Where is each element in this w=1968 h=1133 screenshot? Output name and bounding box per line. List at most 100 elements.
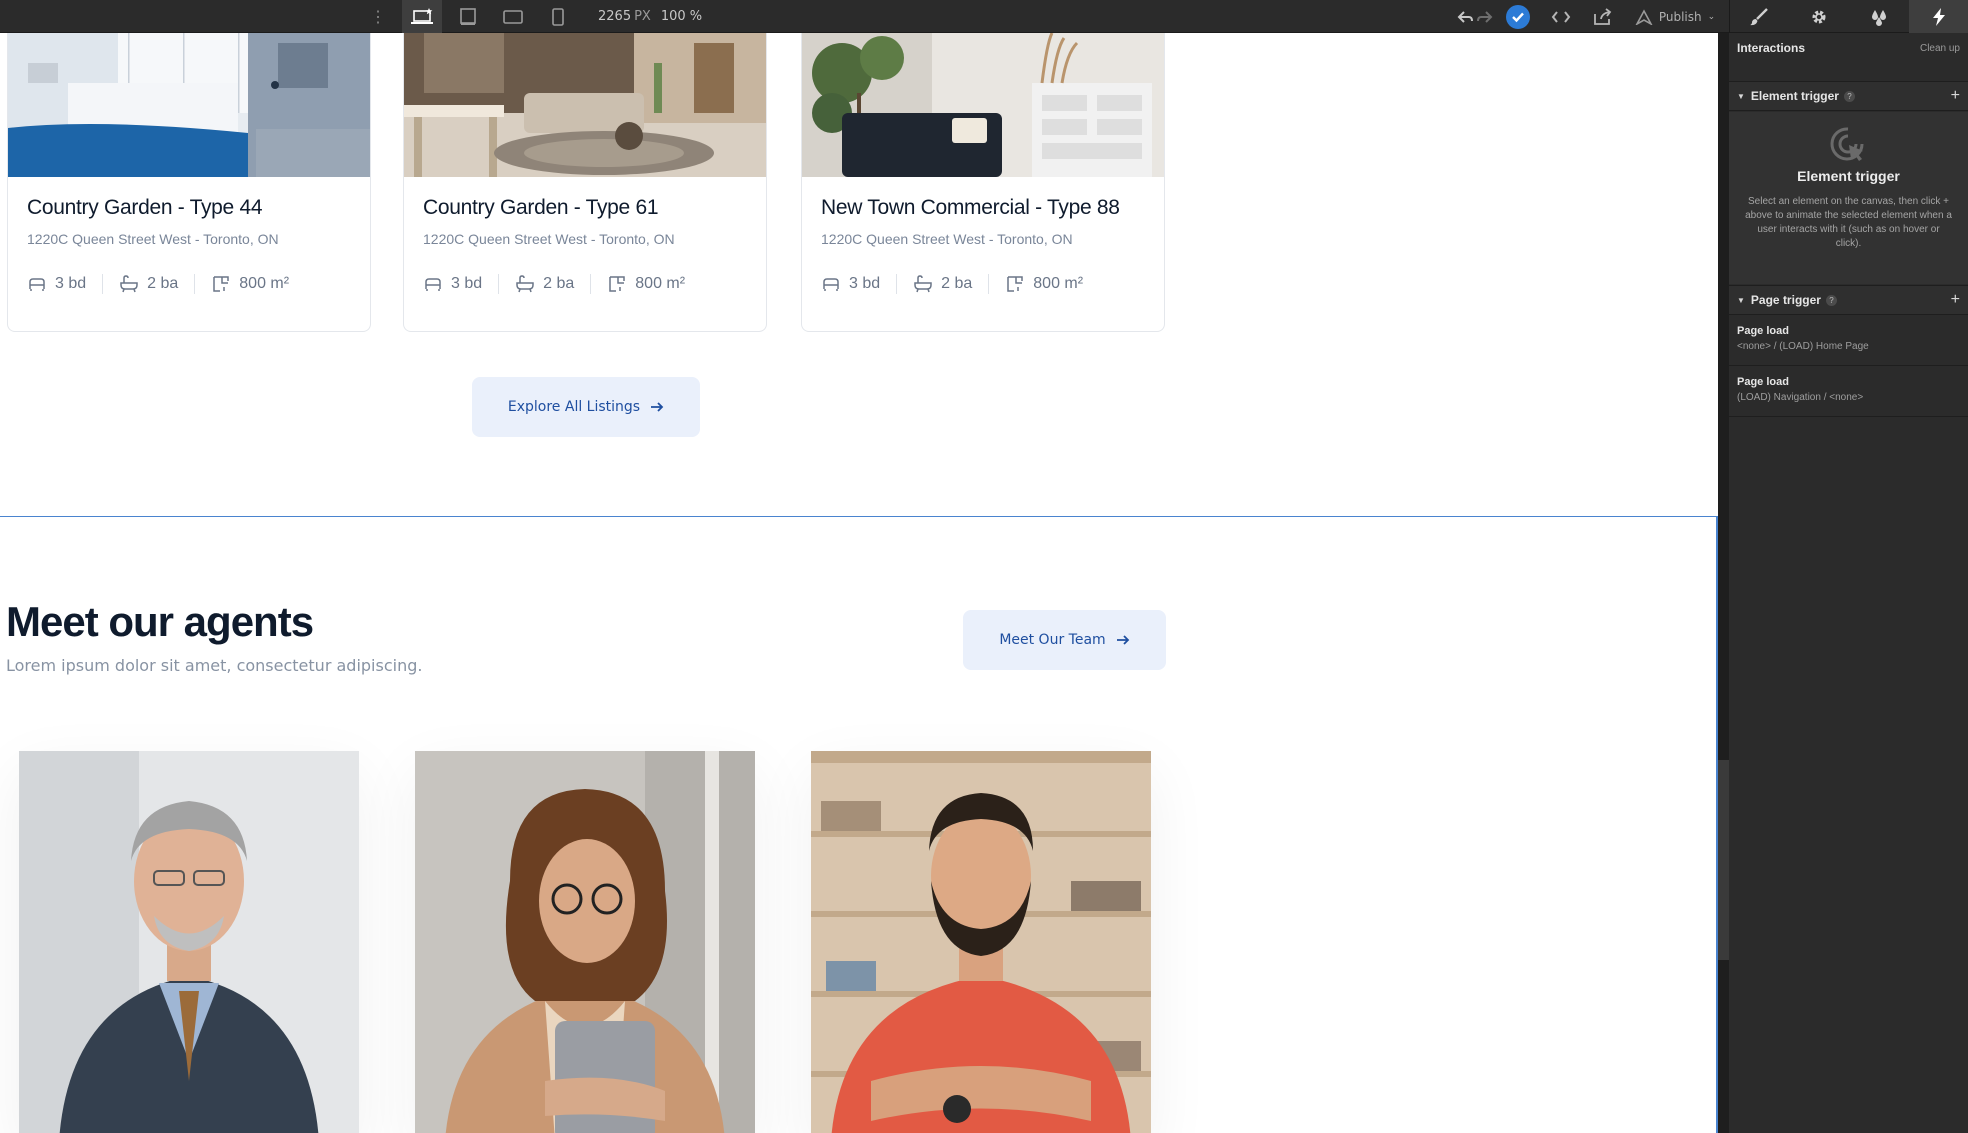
check-circle-icon (1506, 4, 1530, 29)
floor-plan-icon (213, 276, 230, 292)
top-toolbar: ⋮ 2265 PX 100 % Publish ⌄ (0, 0, 1968, 33)
bed-icon (29, 278, 45, 291)
caret-down-icon: ▼ (1737, 295, 1745, 305)
divider (896, 274, 898, 294)
listing-card[interactable]: Country Garden - Type 44 1220C Queen Str… (7, 33, 371, 332)
breakpoint-desktop-button[interactable] (448, 0, 488, 33)
divider (194, 274, 196, 294)
breakpoint-tablet-landscape-button[interactable] (493, 0, 533, 33)
page-trigger-title: Page load (1737, 376, 1789, 388)
baths-feature: 2 ba (913, 274, 972, 294)
page-trigger-detail: <none> / (LOAD) Home Page (1737, 341, 1869, 352)
code-brackets-icon (1551, 10, 1571, 23)
explore-button-label: Explore All Listings (507, 399, 641, 415)
agent-photo-man-red-shirt (811, 751, 1151, 1133)
agent-photo-woman-glasses (415, 751, 755, 1133)
bathtub-icon (120, 275, 138, 293)
baths-feature: 2 ba (515, 274, 574, 294)
page-trigger-item[interactable]: Page load (LOAD) Navigation / <none> (1729, 367, 1968, 417)
agent-card[interactable] (19, 751, 359, 1133)
page-trigger-item[interactable]: Page load <none> / (LOAD) Home Page (1729, 316, 1968, 366)
help-icon[interactable]: ? (1825, 294, 1837, 306)
help-icon[interactable]: ? (1843, 90, 1855, 102)
area-feature: 800 m² (1005, 274, 1083, 294)
listing-card[interactable]: Country Garden - Type 61 1220C Queen Str… (403, 33, 767, 332)
tablet-landscape-icon (503, 9, 523, 24)
mobile-icon (552, 7, 564, 26)
share-export-icon (1594, 7, 1612, 25)
code-view-button[interactable] (1544, 0, 1578, 33)
baths-value: 2 ba (543, 275, 575, 292)
page-trigger-title: Page load (1737, 325, 1789, 337)
lightning-icon (1932, 7, 1945, 26)
cursor-click-icon (1830, 127, 1864, 161)
publish-rocket-icon (1635, 8, 1653, 25)
more-vertical-icon[interactable]: ⋮ (365, 0, 391, 33)
page-trigger-header-label: Page trigger (1750, 293, 1821, 307)
meet-our-team-button[interactable]: Meet Our Team (963, 610, 1166, 670)
style-panel-tab[interactable] (1729, 0, 1789, 33)
drops-icon (1872, 9, 1886, 26)
element-trigger-description: Select an element on the canvas, then cl… (1745, 196, 1952, 249)
publish-button[interactable]: Publish ⌄ (1630, 0, 1720, 33)
element-trigger-header[interactable]: ▼ Element trigger ? + (1729, 81, 1968, 111)
divider (498, 274, 500, 294)
listing-address: 1220C Queen Street West - Toronto, ON (423, 231, 675, 247)
listing-photo-bedroom (8, 33, 370, 177)
settings-panel-tab[interactable] (1789, 0, 1849, 33)
listing-address: 1220C Queen Street West - Toronto, ON (27, 231, 279, 247)
canvas-width-value: 2265 (598, 9, 632, 24)
explore-all-listings-button[interactable]: Explore All Listings (472, 377, 700, 437)
breakpoint-mobile-button[interactable] (538, 0, 578, 33)
element-trigger-header-label: Element trigger (1750, 89, 1839, 103)
arrow-right-icon (651, 402, 664, 412)
bed-icon (823, 278, 839, 291)
listing-card[interactable]: New Town Commercial - Type 88 1220C Quee… (801, 33, 1165, 332)
undo-redo-icon (1457, 10, 1493, 23)
floor-plan-icon (609, 276, 626, 292)
listing-address: 1220C Queen Street West - Toronto, ON (821, 231, 1073, 247)
status-check-button[interactable] (1503, 0, 1533, 33)
zoom-level[interactable]: 100 % (661, 9, 702, 24)
baths-feature: 2 ba (119, 274, 178, 294)
listing-photo-living-room (404, 33, 766, 177)
gear-icon (1812, 10, 1826, 23)
desktop-star-icon (411, 7, 433, 24)
clean-up-link[interactable]: Clean up (1920, 43, 1960, 54)
beds-feature: 3 bd (821, 274, 880, 294)
add-page-trigger-button[interactable]: + (1951, 291, 1960, 309)
panel-title: Interactions (1737, 41, 1806, 55)
page-trigger-header[interactable]: ▼ Page trigger ? + (1729, 285, 1968, 315)
listing-photo-lounge (802, 33, 1164, 177)
share-button[interactable] (1586, 0, 1620, 33)
beds-value: 3 bd (451, 275, 483, 292)
designer-canvas[interactable]: Country Garden - Type 44 1220C Queen Str… (0, 33, 1718, 1133)
beds-feature: 3 bd (27, 274, 86, 294)
listing-title[interactable]: New Town Commercial - Type 88 (821, 196, 1120, 220)
agent-photo-man-suit (19, 751, 359, 1133)
caret-down-icon: ▼ (1737, 91, 1745, 101)
area-value: 800 m² (1033, 275, 1084, 292)
section-title: Meet our agents (6, 598, 314, 645)
agent-card[interactable] (415, 751, 755, 1133)
canvas-width-unit: PX (634, 9, 651, 24)
interactions-panel-tab[interactable] (1909, 0, 1968, 33)
add-element-trigger-button[interactable]: + (1951, 87, 1960, 105)
element-trigger-title: Element trigger (1797, 168, 1900, 184)
listing-title[interactable]: Country Garden - Type 61 (423, 196, 659, 220)
floor-plan-icon (1007, 276, 1024, 292)
area-feature: 800 m² (607, 274, 685, 294)
canvas-scrollbar[interactable] (1718, 760, 1729, 960)
area-value: 800 m² (239, 275, 290, 292)
baths-value: 2 ba (147, 275, 179, 292)
paintbrush-icon (1750, 7, 1768, 25)
beds-value: 3 bd (55, 275, 87, 292)
undo-redo-group[interactable] (1452, 0, 1498, 33)
listing-title[interactable]: Country Garden - Type 44 (27, 196, 263, 220)
divider (988, 274, 990, 294)
breakpoint-desktop-star-button[interactable] (402, 0, 442, 33)
style-manager-panel-tab[interactable] (1849, 0, 1909, 33)
agent-card[interactable] (811, 751, 1151, 1133)
canvas-width-readout[interactable]: 2265 PX 100 % (598, 0, 702, 33)
divider (590, 274, 592, 294)
